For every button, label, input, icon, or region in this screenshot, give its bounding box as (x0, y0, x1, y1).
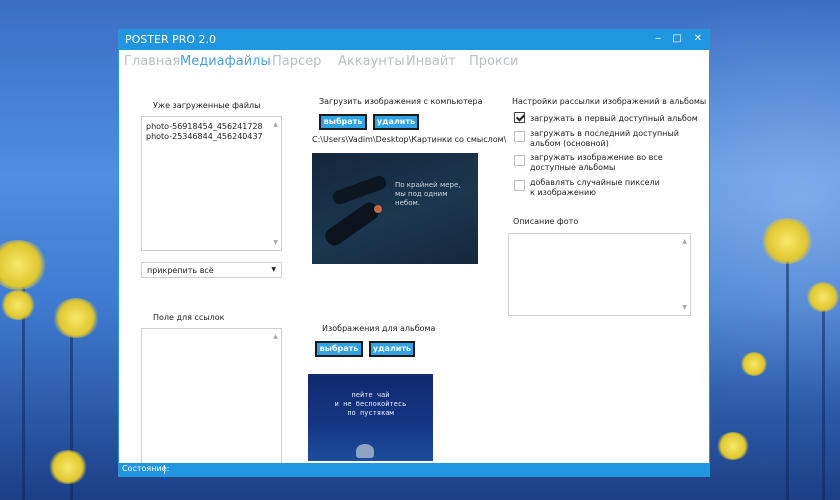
option-random-pixels-label: добавлять случайные пиксели к изображени… (530, 178, 660, 198)
hand-shape (331, 174, 388, 206)
checkbox-random-pixels[interactable] (514, 180, 525, 191)
option-line: загружать в первый доступный альбом (530, 114, 698, 123)
option-line: к изображению (530, 188, 596, 197)
settings-heading: Настройки рассылки изображений в альбомы (512, 97, 707, 106)
album-choose-button[interactable]: выбрать (315, 341, 363, 357)
tab-proxy[interactable]: Прокси (469, 54, 518, 69)
attach-all-select-value: прикрепить всё (147, 266, 214, 275)
app-window: POSTER PRO 2.0 ‒ □ ✕ Главная Медиафайлы … (118, 29, 710, 477)
checkbox-first-album[interactable] (514, 112, 525, 123)
caption-line: небом. (395, 199, 420, 207)
option-line: загружать в последний доступный (530, 129, 679, 138)
photo-description-heading: Описание фото (513, 217, 579, 226)
option-line: добавлять случайные пиксели (530, 178, 660, 187)
uploaded-files-heading: Уже загруженные файлы (153, 101, 261, 110)
checkbox-all-albums[interactable] (514, 155, 525, 166)
preview-caption: По крайней мере, мы под одним небом. (395, 181, 461, 208)
fingertip-shape (374, 205, 382, 213)
title-bar[interactable]: POSTER PRO 2.0 ‒ □ ✕ (119, 30, 709, 50)
option-all-albums-label: загружать изображение во все доступные а… (530, 153, 663, 173)
choose-button[interactable]: выбрать (319, 114, 367, 130)
scroll-down-icon[interactable]: ▼ (682, 304, 687, 311)
list-item[interactable]: photo-25346844_456240437 (146, 132, 263, 141)
caption-line: по пустякам (347, 409, 394, 417)
album-caption: пейте чай и не беспокойтесь по пустякам (308, 391, 433, 418)
tab-home[interactable]: Главная (124, 54, 180, 69)
hand-shape (322, 199, 382, 249)
upload-heading: Загрузить изображения с компьютера (319, 97, 483, 106)
option-line: доступные альбомы (530, 163, 616, 172)
window-title: POSTER PRO 2.0 (125, 33, 217, 46)
links-field[interactable]: ▲ (141, 328, 282, 464)
scroll-up-icon[interactable]: ▲ (682, 238, 687, 245)
option-first-album-label: загружать в первый доступный альбом (530, 114, 698, 124)
option-last-album-label: загружать в последний доступный альбом (… (530, 129, 679, 149)
list-item[interactable]: photo-56918454_456241728 (146, 122, 263, 131)
preview-image[interactable]: По крайней мере, мы под одним небом. (312, 153, 478, 264)
chevron-down-icon: ▼ (271, 266, 276, 273)
attach-all-select[interactable]: прикрепить всё ▼ (141, 262, 282, 278)
caption-line: мы под одним (395, 190, 448, 198)
tab-media[interactable]: Медиафайлы (180, 54, 271, 69)
album-preview-image[interactable]: пейте чай и не беспокойтесь по пустякам (308, 374, 433, 461)
checkbox-last-album[interactable] (514, 131, 525, 142)
creature-shape (356, 444, 374, 458)
status-label: Состояние: (122, 464, 170, 473)
status-separator (164, 465, 165, 474)
caption-line: пейте чай (351, 391, 390, 399)
album-delete-button[interactable]: удалить (369, 341, 415, 357)
close-button[interactable]: ✕ (691, 32, 705, 46)
uploaded-files-list[interactable]: photo-56918454_456241728 photo-25346844_… (141, 116, 282, 251)
links-heading: Поле для ссылок (153, 313, 225, 322)
option-line: альбом (основной) (530, 139, 609, 148)
album-heading: Изображения для альбома (322, 324, 436, 333)
minimize-button[interactable]: ‒ (651, 32, 665, 46)
scroll-up-icon[interactable]: ▲ (273, 333, 278, 340)
file-path: C:\Users\Vadim\Desktop\Картинки со смысл… (312, 135, 507, 144)
caption-line: По крайней мере, (395, 181, 461, 189)
scroll-up-icon[interactable]: ▲ (273, 121, 278, 128)
tab-parser[interactable]: Парсер (272, 54, 321, 69)
option-line: загружать изображение во все (530, 153, 663, 162)
caption-line: и не беспокойтесь (334, 400, 407, 408)
maximize-button[interactable]: □ (670, 32, 684, 46)
status-bar: Состояние: (119, 463, 709, 476)
tab-accounts[interactable]: Аккаунты (338, 54, 405, 69)
delete-button[interactable]: удалить (373, 114, 419, 130)
photo-description-field[interactable]: ▲ ▼ (508, 233, 691, 316)
scroll-down-icon[interactable]: ▼ (273, 239, 278, 246)
tab-invite[interactable]: Инвайт (406, 54, 456, 69)
